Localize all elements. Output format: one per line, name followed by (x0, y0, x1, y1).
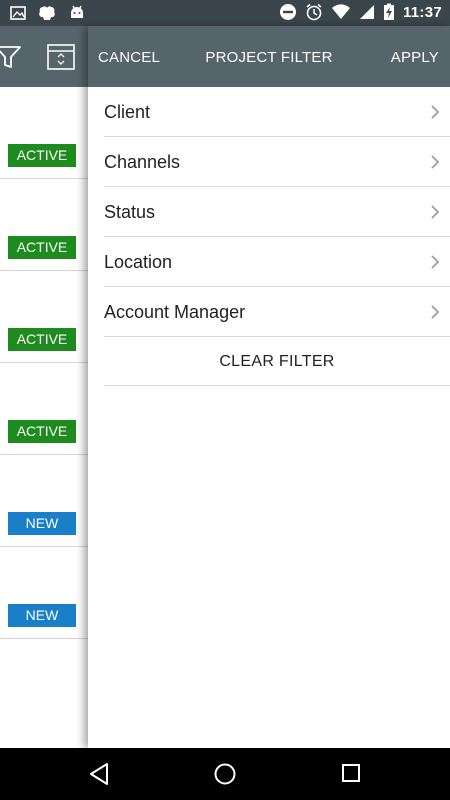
status-badge: ACTIVE (8, 420, 76, 443)
status-badge: ACTIVE (8, 236, 76, 259)
notification-icons (10, 4, 86, 22)
chevron-right-icon (431, 205, 440, 219)
filter-label: Location (104, 252, 173, 272)
list-item[interactable]: ACTIVE (0, 179, 88, 271)
clock: 11:37 (402, 3, 442, 21)
list-item[interactable]: ACTIVE (0, 271, 88, 363)
filter-list: Client Channels Status Location Account … (104, 87, 450, 386)
clear-filter-button[interactable]: CLEAR FILTER (104, 337, 450, 386)
filter-item-status[interactable]: Status (104, 187, 450, 237)
project-filter-drawer: PROJECT FILTER CANCEL APPLY Client Chann… (88, 26, 450, 748)
chevron-right-icon (431, 105, 440, 119)
filter-item-account-manager[interactable]: Account Manager (104, 287, 450, 337)
list-item[interactable]: NEW (0, 455, 88, 547)
brain-notification-icon (39, 6, 55, 21)
system-icons: 11:37 (279, 3, 442, 21)
filter-item-client[interactable]: Client (104, 87, 450, 137)
do-not-disturb-icon (279, 4, 296, 20)
filter-label: Status (104, 202, 156, 222)
list-item[interactable]: ACTIVE (0, 363, 88, 455)
chevron-right-icon (431, 305, 440, 319)
home-icon[interactable] (213, 762, 237, 786)
battery-charging-icon (383, 3, 394, 20)
cancel-button[interactable]: CANCEL (98, 49, 160, 66)
signal-icon (359, 5, 374, 19)
status-badge: ACTIVE (8, 328, 76, 351)
filter-label: Channels (104, 152, 181, 172)
navigation-bar (0, 748, 450, 800)
recents-icon[interactable] (341, 763, 361, 783)
status-badge: ACTIVE (8, 144, 76, 167)
filter-label: Client (104, 102, 151, 122)
chevron-right-icon (431, 155, 440, 169)
list-toolbar (0, 26, 88, 87)
alarm-icon (306, 3, 322, 21)
drawer-header: PROJECT FILTER CANCEL APPLY (88, 26, 450, 87)
status-bar: 11:37 (0, 0, 450, 26)
sort-icon[interactable] (46, 43, 76, 71)
back-icon[interactable] (88, 762, 110, 786)
image-notification-icon (10, 6, 26, 20)
filter-icon[interactable] (0, 43, 22, 71)
filter-item-channels[interactable]: Channels (104, 137, 450, 187)
status-badge: NEW (8, 604, 76, 627)
wifi-icon (331, 4, 350, 19)
android-notification-icon (71, 5, 83, 18)
filter-item-location[interactable]: Location (104, 237, 450, 287)
filter-label: Account Manager (104, 302, 246, 322)
apply-button[interactable]: APPLY (391, 49, 439, 66)
list-item[interactable]: ACTIVE (0, 87, 88, 179)
list-item[interactable]: NEW (0, 547, 88, 639)
project-list: ACTIVE ACTIVE ACTIVE ACTIVE NEW NEW (0, 26, 88, 748)
status-badge: NEW (8, 512, 76, 535)
chevron-right-icon (431, 255, 440, 269)
